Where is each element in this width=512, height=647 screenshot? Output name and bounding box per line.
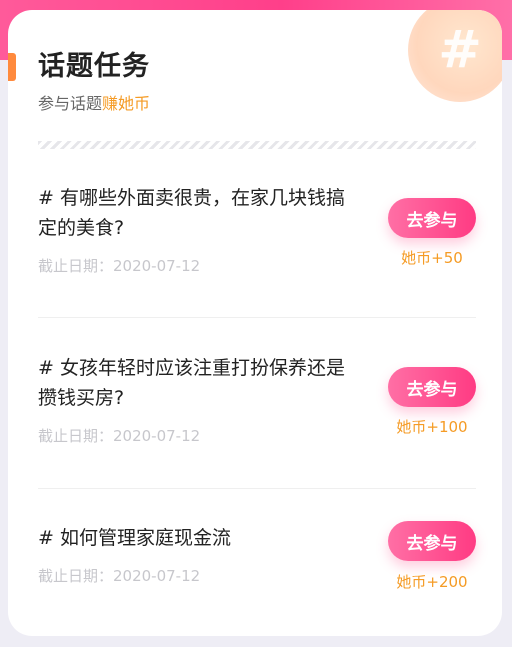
reward-label: 她币+50 bbox=[401, 249, 463, 267]
reward-label: 她币+100 bbox=[396, 418, 468, 436]
task-title[interactable]: # 女孩年轻时应该注重打扮保养还是攒钱买房? bbox=[38, 353, 348, 413]
task-item: # 有哪些外面卖很贵，在家几块钱搞定的美食? 截止日期：2020-07-12 去… bbox=[38, 183, 476, 283]
join-button[interactable]: 去参与 bbox=[388, 198, 476, 238]
striped-divider bbox=[38, 141, 476, 149]
page-title: 话题任务 bbox=[38, 51, 150, 82]
join-button[interactable]: 去参与 bbox=[388, 367, 476, 407]
task-separator bbox=[38, 317, 476, 318]
join-button[interactable]: 去参与 bbox=[388, 521, 476, 561]
task-deadline: 截止日期：2020-07-12 bbox=[38, 427, 201, 445]
task-title[interactable]: # 有哪些外面卖很贵，在家几块钱搞定的美食? bbox=[38, 183, 348, 243]
task-title[interactable]: # 如何管理家庭现金流 bbox=[38, 523, 348, 553]
topic-task-card: # 话题任务 参与话题赚她币 # 有哪些外面卖很贵，在家几块钱搞定的美食? 截止… bbox=[8, 10, 502, 636]
task-item: # 女孩年轻时应该注重打扮保养还是攒钱买房? 截止日期：2020-07-12 去… bbox=[38, 353, 476, 453]
subtitle-highlight: 赚她币 bbox=[102, 94, 151, 113]
title-accent-bar bbox=[8, 53, 16, 81]
task-deadline: 截止日期：2020-07-12 bbox=[38, 257, 201, 275]
task-deadline: 截止日期：2020-07-12 bbox=[38, 567, 201, 585]
reward-label: 她币+200 bbox=[396, 573, 468, 591]
page-subtitle: 参与话题赚她币 bbox=[38, 90, 150, 114]
hash-icon: # bbox=[408, 10, 502, 102]
task-separator bbox=[38, 488, 476, 489]
task-item: # 如何管理家庭现金流 截止日期：2020-07-12 去参与 她币+200 bbox=[38, 521, 476, 603]
subtitle-prefix: 参与话题 bbox=[38, 94, 103, 113]
